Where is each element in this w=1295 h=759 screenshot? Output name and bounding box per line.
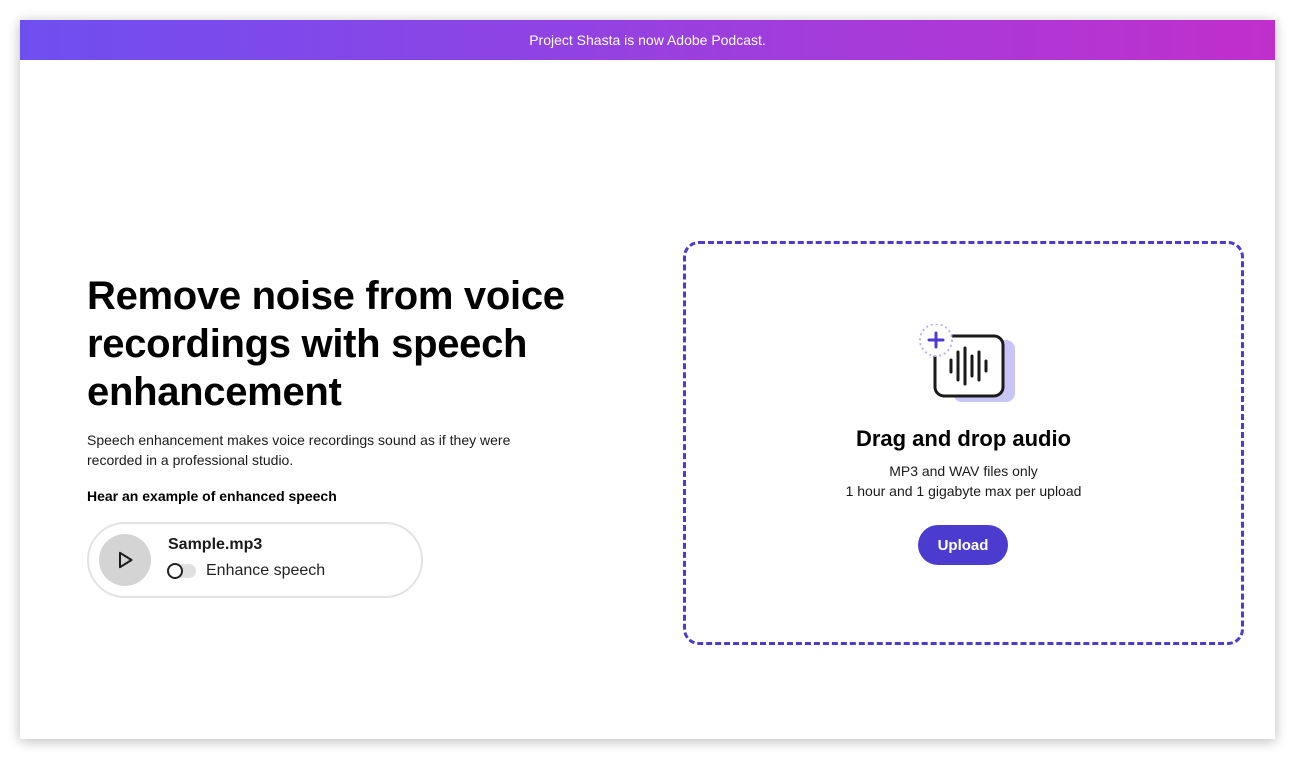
enhance-speech-toggle[interactable] [167,563,196,579]
page-title: Remove noise from voice recordings with … [87,274,565,414]
banner-text: Project Shasta is now Adobe Podcast. [529,32,766,48]
sample-file-name: Sample.mp3 [168,536,263,553]
dropzone-title: Drag and drop audio [855,426,1072,451]
enhance-speech-row: Enhance speech [167,561,326,581]
app-window: Project Shasta is now Adobe Podcast. Rem… [20,20,1275,739]
play-icon [119,551,133,569]
hero-section: Remove noise from voice recordings with … [87,272,567,506]
example-label: Hear an example of enhanced speech [87,488,337,504]
dropzone-size-limit: 1 hour and 1 gigabyte max per upload [845,483,1082,499]
announcement-banner: Project Shasta is now Adobe Podcast. [20,20,1275,60]
sample-audio-player: Sample.mp3 Enhance speech [87,522,423,598]
upload-button[interactable]: Upload [918,525,1008,565]
hero-description: Speech enhancement makes voice recording… [87,432,511,468]
play-button[interactable] [99,534,151,586]
toggle-knob [167,563,183,579]
enhance-speech-label: Enhance speech [206,562,326,579]
audio-dropzone[interactable]: Drag and drop audio MP3 and WAV files on… [683,241,1244,645]
dropzone-file-types: MP3 and WAV files only [889,463,1038,479]
audio-waveform-add-icon [919,324,1015,402]
